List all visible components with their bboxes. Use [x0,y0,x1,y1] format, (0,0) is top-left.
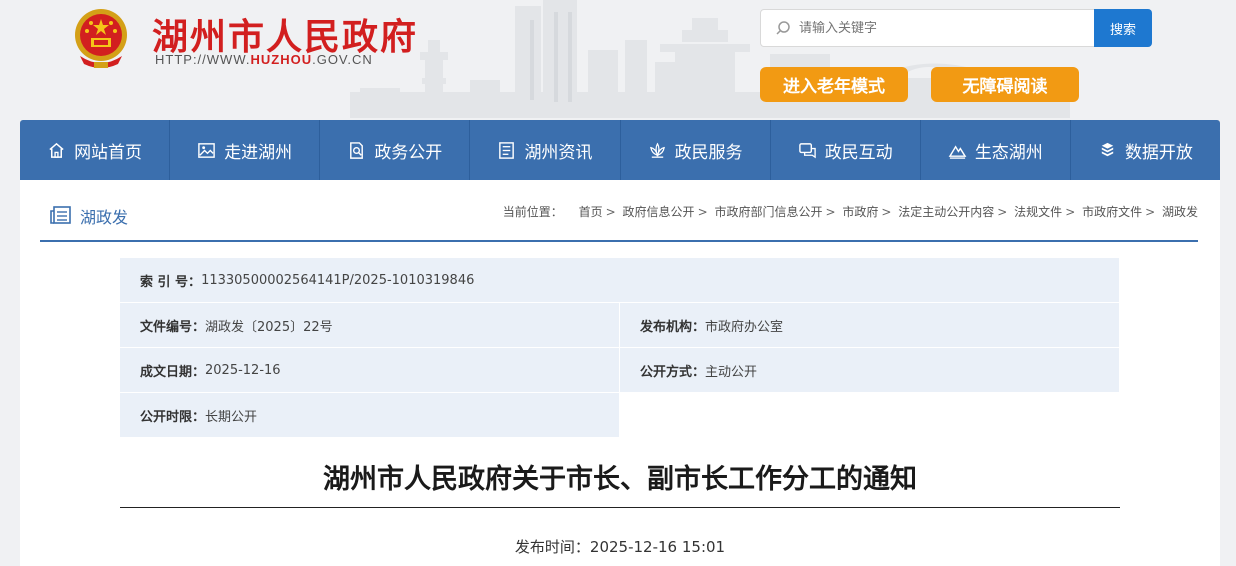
breadcrumb-separator: > [881,205,892,219]
meta-term: 公开时限： 长期公开 [120,393,619,437]
document-search-icon [350,141,364,159]
search-button[interactable]: 搜索 [1094,9,1152,47]
meta-index: 索 引 号： 11330500002564141P/2025-101031984… [120,258,1119,302]
nav-item-label: 湖州资讯 [524,142,593,163]
breadcrumb-separator: > [825,205,836,219]
document-metadata-table: 索 引 号： 11330500002564141P/2025-101031984… [120,258,1119,438]
nav-item-label: 政务公开 [374,142,443,163]
nav-item-label: 数据开放 [1124,142,1193,163]
newspaper-icon [50,206,71,224]
nav-item-ecology[interactable]: 生态湖州 [921,120,1071,180]
nav-item-gov-affairs[interactable]: 政务公开 [320,120,471,180]
meta-value: 11330500002564141P/2025-1010319846 [201,272,475,288]
meta-row: 公开时限： 长期公开 [120,393,1119,438]
site-url: HTTP://WWW.HUZHOU.GOV.CN [155,52,373,67]
meta-value: 主动公开 [705,364,758,380]
publish-value: 2025-12-16 15:01 [589,538,726,556]
section-name: 湖政发 [80,208,129,227]
nav-item-services[interactable]: 政民服务 [621,120,771,180]
breadcrumb-separator: > [997,205,1008,219]
lotus-icon [649,142,665,158]
search-input[interactable] [799,20,1089,36]
site-header: 湖州市人民政府 HTTP://WWW.HUZHOU.GOV.CN 搜索 进入老年… [0,0,1236,120]
breadcrumb-separator: > [697,205,708,219]
publish-time: 发布时间：2025-12-16 15:01 [120,536,1120,557]
nav-item-label: 生态湖州 [974,142,1043,163]
breadcrumb-link[interactable]: 法规文件 [1014,205,1062,219]
nav-item-interaction[interactable]: 政民互动 [771,120,921,180]
nav-item-home[interactable]: 网站首页 [20,120,171,180]
breadcrumb-link[interactable]: 市政府 [842,205,878,219]
cubes-icon [1101,142,1114,156]
meta-key: 公开方式： [640,364,706,380]
meta-date: 成文日期： 2025-12-16 [120,348,619,392]
meta-value: 市政府办公室 [705,319,784,335]
meta-doc-no: 文件编号： 湖政发〔2025〕22号 [120,303,619,347]
elder-mode-button[interactable]: 进入老年模式 [760,67,908,102]
nav-item-label: 网站首页 [74,142,143,163]
meta-empty-cell [620,393,1119,437]
nav-item-news[interactable]: 湖州资讯 [470,120,621,180]
content-panel: 湖政发 当前位置： 首页 > 政府信息公开 > 市政府部门信息公开 > 市政府 > 法定… [20,180,1220,566]
meta-row: 成文日期： 2025-12-16 公开方式： 主动公开 [120,348,1119,393]
home-icon [49,142,64,158]
breadcrumb-link[interactable]: 政府信息公开 [623,205,695,219]
nav-item-open-data[interactable]: 数据开放 [1071,120,1220,180]
meta-row: 索 引 号： 11330500002564141P/2025-101031984… [120,258,1119,303]
meta-key: 文件编号： [140,319,206,335]
breadcrumb-separator: > [605,205,616,219]
breadcrumb-label: 当前位置： [502,205,563,219]
breadcrumb-link[interactable]: 市政府文件 [1082,205,1142,219]
national-emblem-logo [75,9,127,68]
nav-item-about[interactable]: 走进湖州 [170,120,321,180]
chat-icon [798,142,816,158]
meta-value: 湖政发〔2025〕22号 [205,319,333,335]
picture-icon [198,142,215,158]
meta-key: 成文日期： [140,364,206,380]
breadcrumb-link[interactable]: 湖政发 [1162,205,1198,219]
meta-value: 2025-12-16 [205,362,281,378]
meta-row: 文件编号： 湖政发〔2025〕22号 发布机构： 市政府办公室 [120,303,1119,348]
main-nav: 网站首页 走进湖州 政务公开 湖州资讯 政民服务 政民互动 生态湖州 数据开放 [20,120,1220,180]
nav-item-label: 政民服务 [674,142,743,163]
nav-item-label: 政民互动 [824,142,893,163]
publish-label: 发布时间： [514,538,590,556]
url-suffix: .GOV.CN [312,52,373,67]
breadcrumb-separator: > [1145,205,1156,219]
nav-item-label: 走进湖州 [224,142,293,163]
meta-mode: 公开方式： 主动公开 [620,348,1119,392]
url-prefix: HTTP://WWW. [155,52,251,67]
url-brand: HUZHOU [250,52,313,67]
search-icon [776,21,790,35]
search-box [760,9,1096,47]
meta-value: 长期公开 [205,409,258,425]
breadcrumb-separator: > [1065,205,1076,219]
news-icon [499,141,515,159]
meta-key: 公开时限： [140,409,206,425]
breadcrumb-link[interactable]: 法定主动公开内容 [898,205,994,219]
breadcrumb-link[interactable]: 首页 [579,205,603,219]
breadcrumb-link[interactable]: 市政府部门信息公开 [714,205,822,219]
document-title: 湖州市人民政府关于市长、副市长工作分工的通知 [120,460,1120,508]
mountain-icon [948,144,967,159]
accessible-reading-button[interactable]: 无障碍阅读 [931,67,1079,102]
meta-key: 索 引 号： [140,274,202,290]
meta-issuer: 发布机构： 市政府办公室 [620,303,1119,347]
breadcrumb: 当前位置： 首页 > 政府信息公开 > 市政府部门信息公开 > 市政府 > 法定主动公开… [503,203,1198,220]
meta-key: 发布机构： [640,319,706,335]
section-header: 湖政发 当前位置： 首页 > 政府信息公开 > 市政府部门信息公开 > 市政府 > 法定… [40,180,1198,242]
